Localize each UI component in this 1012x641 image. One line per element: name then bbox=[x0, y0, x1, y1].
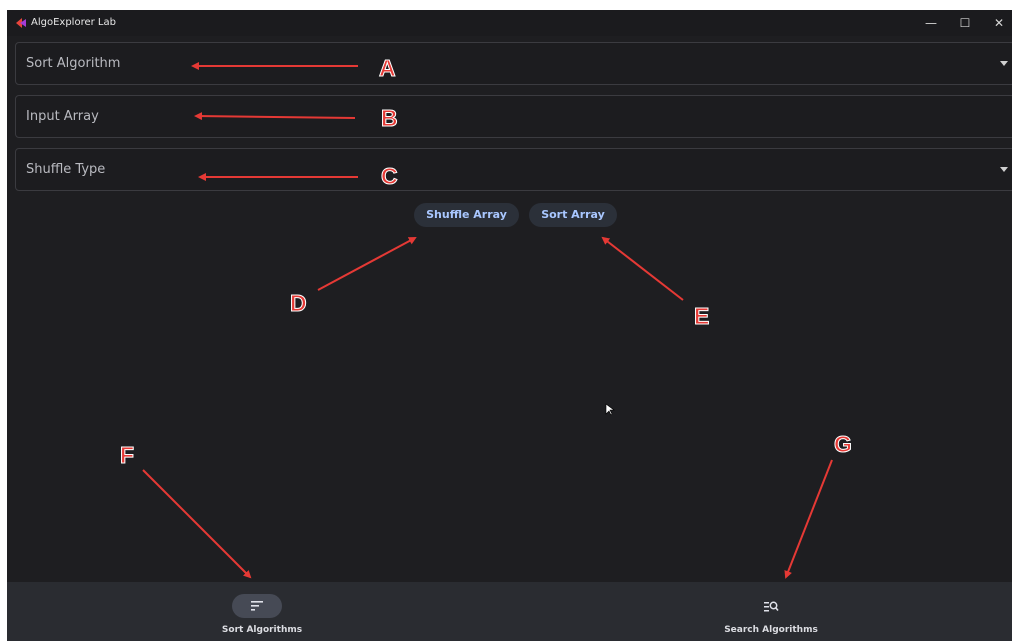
annotation-label-c: C bbox=[381, 163, 399, 189]
annotation-arrows bbox=[142, 62, 833, 579]
annotation-label-d: D bbox=[290, 290, 308, 316]
arrow-d bbox=[317, 237, 417, 291]
arrow-b bbox=[194, 112, 356, 121]
annotation-label-a: A bbox=[379, 55, 397, 81]
annotation-label-e: E bbox=[693, 303, 710, 329]
arrow-g bbox=[784, 459, 833, 579]
arrow-e bbox=[601, 236, 684, 301]
annotation-label-g: G bbox=[834, 431, 853, 457]
annotation-label-b: B bbox=[381, 105, 399, 131]
annotation-label-f: F bbox=[119, 442, 135, 468]
arrow-f bbox=[142, 469, 252, 579]
